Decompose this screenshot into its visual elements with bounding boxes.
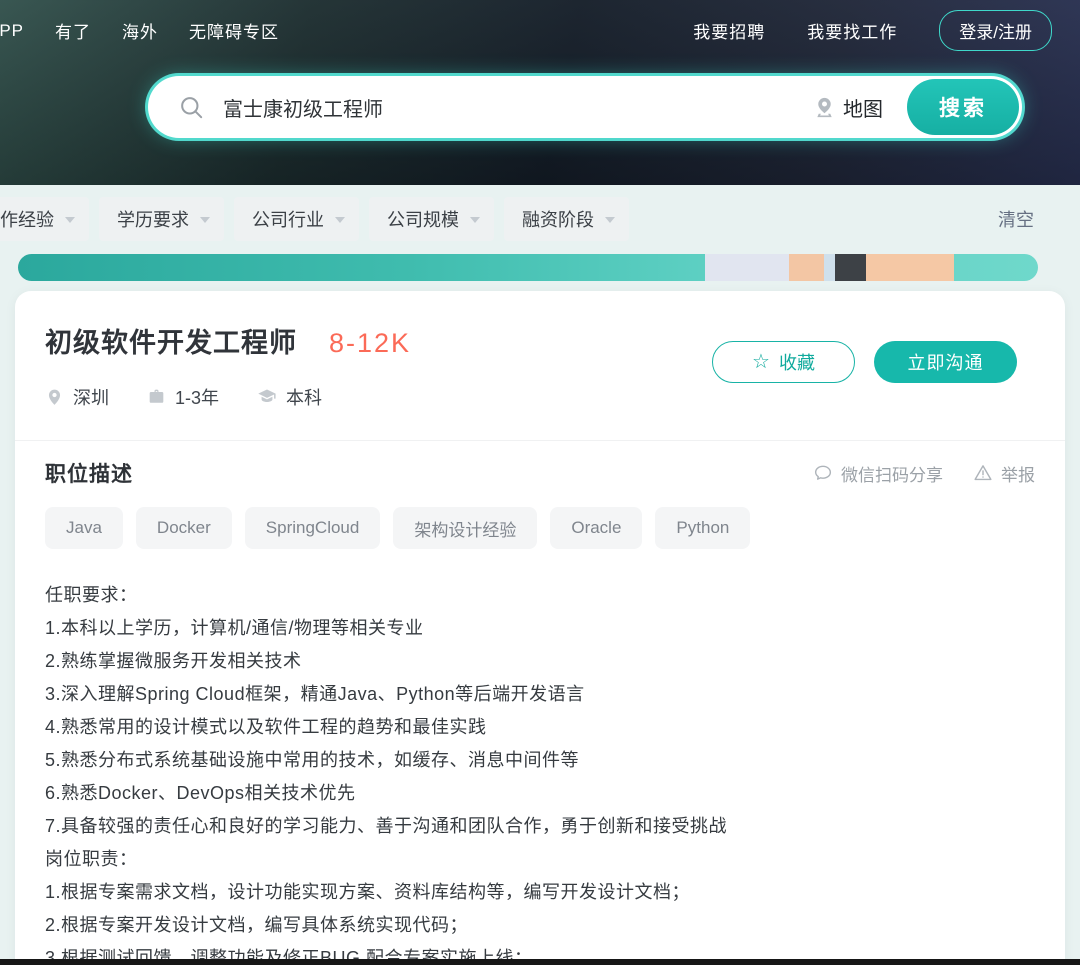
nav-item-app[interactable]: APP <box>0 21 24 41</box>
bottom-edge-bar <box>0 959 1080 965</box>
top-nav: APP 有了 海外 无障碍专区 我要招聘 我要找工作 登录/注册 <box>0 0 1080 51</box>
tag-docker: Docker <box>136 507 232 549</box>
chevron-down-icon <box>65 217 75 223</box>
job-experience-label: 1-3年 <box>175 384 219 410</box>
tag-python: Python <box>655 507 750 549</box>
job-city: 深圳 <box>45 384 109 410</box>
filter-experience[interactable]: 工作经验 <box>0 197 89 241</box>
nav-item-youle[interactable]: 有了 <box>55 18 91 43</box>
warning-triangle-icon <box>973 463 993 483</box>
search-pill: 富士康初级工程师 地图 搜索 <box>148 76 1022 138</box>
job-action-buttons: ☆ 收藏 立即沟通 <box>712 341 1017 383</box>
search-input[interactable]: 富士康初级工程师 <box>223 93 383 122</box>
login-register-button[interactable]: 登录/注册 <box>939 10 1052 51</box>
chevron-down-icon <box>470 217 480 223</box>
description-line: 任职要求： <box>45 579 1035 612</box>
clear-filters-link[interactable]: 清空 <box>998 206 1034 232</box>
banner-illustration-fragment <box>789 254 824 281</box>
report-label: 举报 <box>1001 461 1035 486</box>
filter-financing-stage[interactable]: 融资阶段 <box>504 197 629 241</box>
filter-education[interactable]: 学历要求 <box>99 197 224 241</box>
job-education: 本科 <box>257 384 322 410</box>
job-salary: 8-12K <box>329 328 411 359</box>
chat-now-button[interactable]: 立即沟通 <box>874 341 1017 383</box>
wechat-share-label: 微信扫码分享 <box>841 461 943 486</box>
section-actions: 微信扫码分享 举报 <box>813 461 1035 486</box>
briefcase-icon <box>147 388 166 407</box>
search-button[interactable]: 搜索 <box>907 79 1019 135</box>
nav-left-group: APP 有了 海外 无障碍专区 <box>0 18 279 43</box>
job-education-label: 本科 <box>286 384 322 410</box>
chat-bubble-icon <box>813 463 833 483</box>
description-line: 5.熟悉分布式系统基础设施中常用的技术，如缓存、消息中间件等 <box>45 744 1035 777</box>
job-experience: 1-3年 <box>147 384 219 410</box>
banner-illustration-fragment <box>705 254 789 281</box>
favorite-label: 收藏 <box>779 349 815 375</box>
filter-company-size[interactable]: 公司规模 <box>369 197 494 241</box>
tag-oracle: Oracle <box>550 507 642 549</box>
filter-label: 工作经验 <box>0 206 54 232</box>
filter-bar: 工作经验 学历要求 公司行业 公司规模 融资阶段 清空 <box>0 197 1080 241</box>
job-tags: Java Docker SpringCloud 架构设计经验 Oracle Py… <box>15 488 1065 549</box>
description-line: 6.熟悉Docker、DevOps相关技术优先 <box>45 777 1035 810</box>
search-bar: 富士康初级工程师 地图 搜索 <box>148 76 1022 138</box>
graduation-cap-icon <box>257 387 277 407</box>
filter-label: 融资阶段 <box>522 206 594 232</box>
nav-item-accessibility[interactable]: 无障碍专区 <box>189 18 279 43</box>
job-description-header: 职位描述 微信扫码分享 举报 <box>15 440 1065 488</box>
job-detail-card: 初级软件开发工程师 8-12K 深圳 1-3年 <box>15 291 1065 965</box>
description-line: 7.具备较强的责任心和良好的学习能力、善于沟通和团队合作，勇于创新和接受挑战 <box>45 810 1035 843</box>
wechat-share-link[interactable]: 微信扫码分享 <box>813 461 943 486</box>
job-description-body: 任职要求： 1.本科以上学历，计算机/通信/物理等相关专业 2.熟练掌握微服务开… <box>15 549 1065 965</box>
nav-item-overseas[interactable]: 海外 <box>122 18 158 43</box>
map-pin-icon <box>813 96 836 119</box>
banner-illustration-fragment <box>835 254 866 281</box>
site-header: APP 有了 海外 无障碍专区 我要招聘 我要找工作 登录/注册 富士康初级工程… <box>0 0 1080 185</box>
banner-illustration-fragment <box>824 254 835 281</box>
report-link[interactable]: 举报 <box>973 461 1035 486</box>
location-pin-icon <box>45 388 64 407</box>
chevron-down-icon <box>335 217 345 223</box>
section-title: 职位描述 <box>45 458 133 488</box>
nav-item-find-job[interactable]: 我要找工作 <box>807 18 897 43</box>
description-line: 4.熟悉常用的设计模式以及软件工程的趋势和最佳实践 <box>45 711 1035 744</box>
filter-label: 学历要求 <box>117 206 189 232</box>
tag-springcloud: SpringCloud <box>245 507 381 549</box>
description-line: 岗位职责： <box>45 843 1035 876</box>
description-line: 2.熟练掌握微服务开发相关技术 <box>45 645 1035 678</box>
job-title: 初级软件开发工程师 <box>45 321 297 360</box>
map-label: 地图 <box>843 93 883 122</box>
chevron-down-icon <box>605 217 615 223</box>
promo-banner[interactable] <box>18 254 1038 281</box>
banner-illustration-fragment <box>866 254 954 281</box>
tag-architecture: 架构设计经验 <box>393 507 537 549</box>
favorite-button[interactable]: ☆ 收藏 <box>712 341 855 383</box>
nav-item-recruit[interactable]: 我要招聘 <box>693 18 765 43</box>
job-meta-row: 深圳 1-3年 本科 <box>45 384 1035 410</box>
nav-right-group: 我要招聘 我要找工作 登录/注册 <box>693 10 1052 51</box>
tag-java: Java <box>45 507 123 549</box>
description-line: 2.根据专案开发设计文档，编写具体系统实现代码； <box>45 909 1035 942</box>
job-city-label: 深圳 <box>73 384 109 410</box>
map-toggle[interactable]: 地图 <box>813 93 883 122</box>
description-line: 1.根据专案需求文档，设计功能实现方案、资料库结构等，编写开发设计文档； <box>45 876 1035 909</box>
filter-label: 公司行业 <box>252 206 324 232</box>
filter-label: 公司规模 <box>387 206 459 232</box>
description-line: 1.本科以上学历，计算机/通信/物理等相关专业 <box>45 612 1035 645</box>
filter-industry[interactable]: 公司行业 <box>234 197 359 241</box>
chevron-down-icon <box>200 217 210 223</box>
description-line: 3.深入理解Spring Cloud框架，精通Java、Python等后端开发语… <box>45 678 1035 711</box>
search-icon <box>178 94 205 121</box>
job-header: 初级软件开发工程师 8-12K 深圳 1-3年 <box>15 291 1065 410</box>
star-icon: ☆ <box>752 352 770 372</box>
